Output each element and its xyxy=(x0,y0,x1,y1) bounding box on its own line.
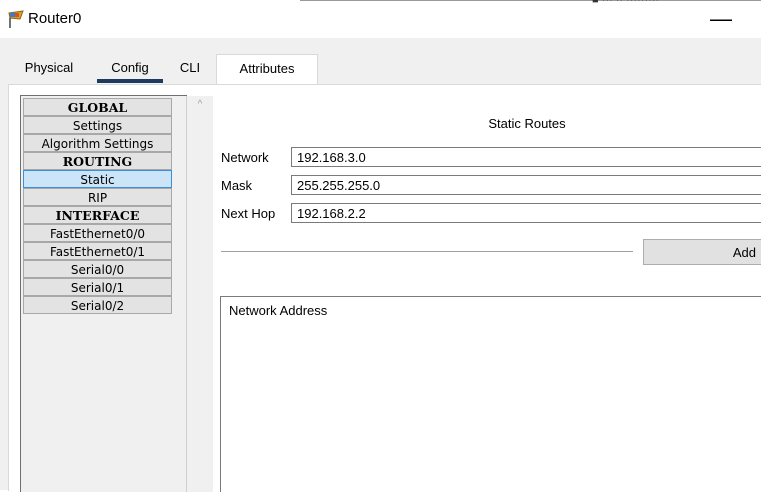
window-top-edge xyxy=(300,0,761,1)
network-input[interactable]: 192.168.3.0 xyxy=(291,147,761,167)
window-client-area: Physical Config CLI Attributes GLOBAL Se… xyxy=(0,38,761,492)
sidebar-header-routing: ROUTING xyxy=(23,152,172,170)
tab-config[interactable]: Config xyxy=(94,54,166,84)
sidebar-item-serial0-1[interactable]: Serial0/1 xyxy=(23,278,172,296)
next-hop-input[interactable]: 192.168.2.2 xyxy=(291,203,761,223)
separator-line xyxy=(221,251,633,252)
sidebar-item-serial0-0[interactable]: Serial0/0 xyxy=(23,260,172,278)
routes-list-header: Network Address xyxy=(229,303,328,318)
sidebar-scrollbar[interactable]: ^ xyxy=(186,96,213,492)
minimize-button[interactable]: — xyxy=(706,8,736,32)
mask-input[interactable]: 255.255.255.0 xyxy=(291,175,761,195)
background-window-fragment: ■ ··· ·· ········· xyxy=(592,0,660,6)
sidebar-item-serial0-2[interactable]: Serial0/2 xyxy=(23,296,172,314)
add-route-button[interactable]: Add xyxy=(643,239,761,265)
tab-config-label: Config xyxy=(111,60,149,75)
static-routes-title: Static Routes xyxy=(488,116,566,131)
tab-physical[interactable]: Physical xyxy=(14,54,84,84)
config-panel: GLOBAL Settings Algorithm Settings ROUTI… xyxy=(8,84,761,492)
sidebar-item-rip[interactable]: RIP xyxy=(23,188,172,206)
next-hop-label: Next Hop xyxy=(221,206,276,221)
router-app-icon xyxy=(6,9,26,29)
active-tab-indicator xyxy=(97,79,163,83)
network-label: Network xyxy=(221,150,269,165)
sidebar-item-static[interactable]: Static xyxy=(23,170,172,188)
window-title: Router0 xyxy=(28,10,82,27)
sidebar-item-fastethernet0-1[interactable]: FastEthernet0/1 xyxy=(23,242,172,260)
scroll-up-arrow-icon[interactable]: ^ xyxy=(193,98,207,112)
sidebar-header-global: GLOBAL xyxy=(23,98,172,116)
sidebar-item-settings[interactable]: Settings xyxy=(23,116,172,134)
sidebar-header-interface: INTERFACE xyxy=(23,206,172,224)
config-sidebar: GLOBAL Settings Algorithm Settings ROUTI… xyxy=(20,95,213,492)
tab-bar: Physical Config CLI Attributes xyxy=(8,54,761,85)
sidebar-item-algorithm-settings[interactable]: Algorithm Settings xyxy=(23,134,172,152)
tab-cli[interactable]: CLI xyxy=(172,54,208,84)
routes-list[interactable]: Network Address xyxy=(220,296,761,492)
sidebar-item-fastethernet0-0[interactable]: FastEthernet0/0 xyxy=(23,224,172,242)
title-bar: ■ ··· ·· ········· Router0 — xyxy=(0,0,761,38)
tab-attributes[interactable]: Attributes xyxy=(216,54,318,85)
mask-label: Mask xyxy=(221,178,253,193)
